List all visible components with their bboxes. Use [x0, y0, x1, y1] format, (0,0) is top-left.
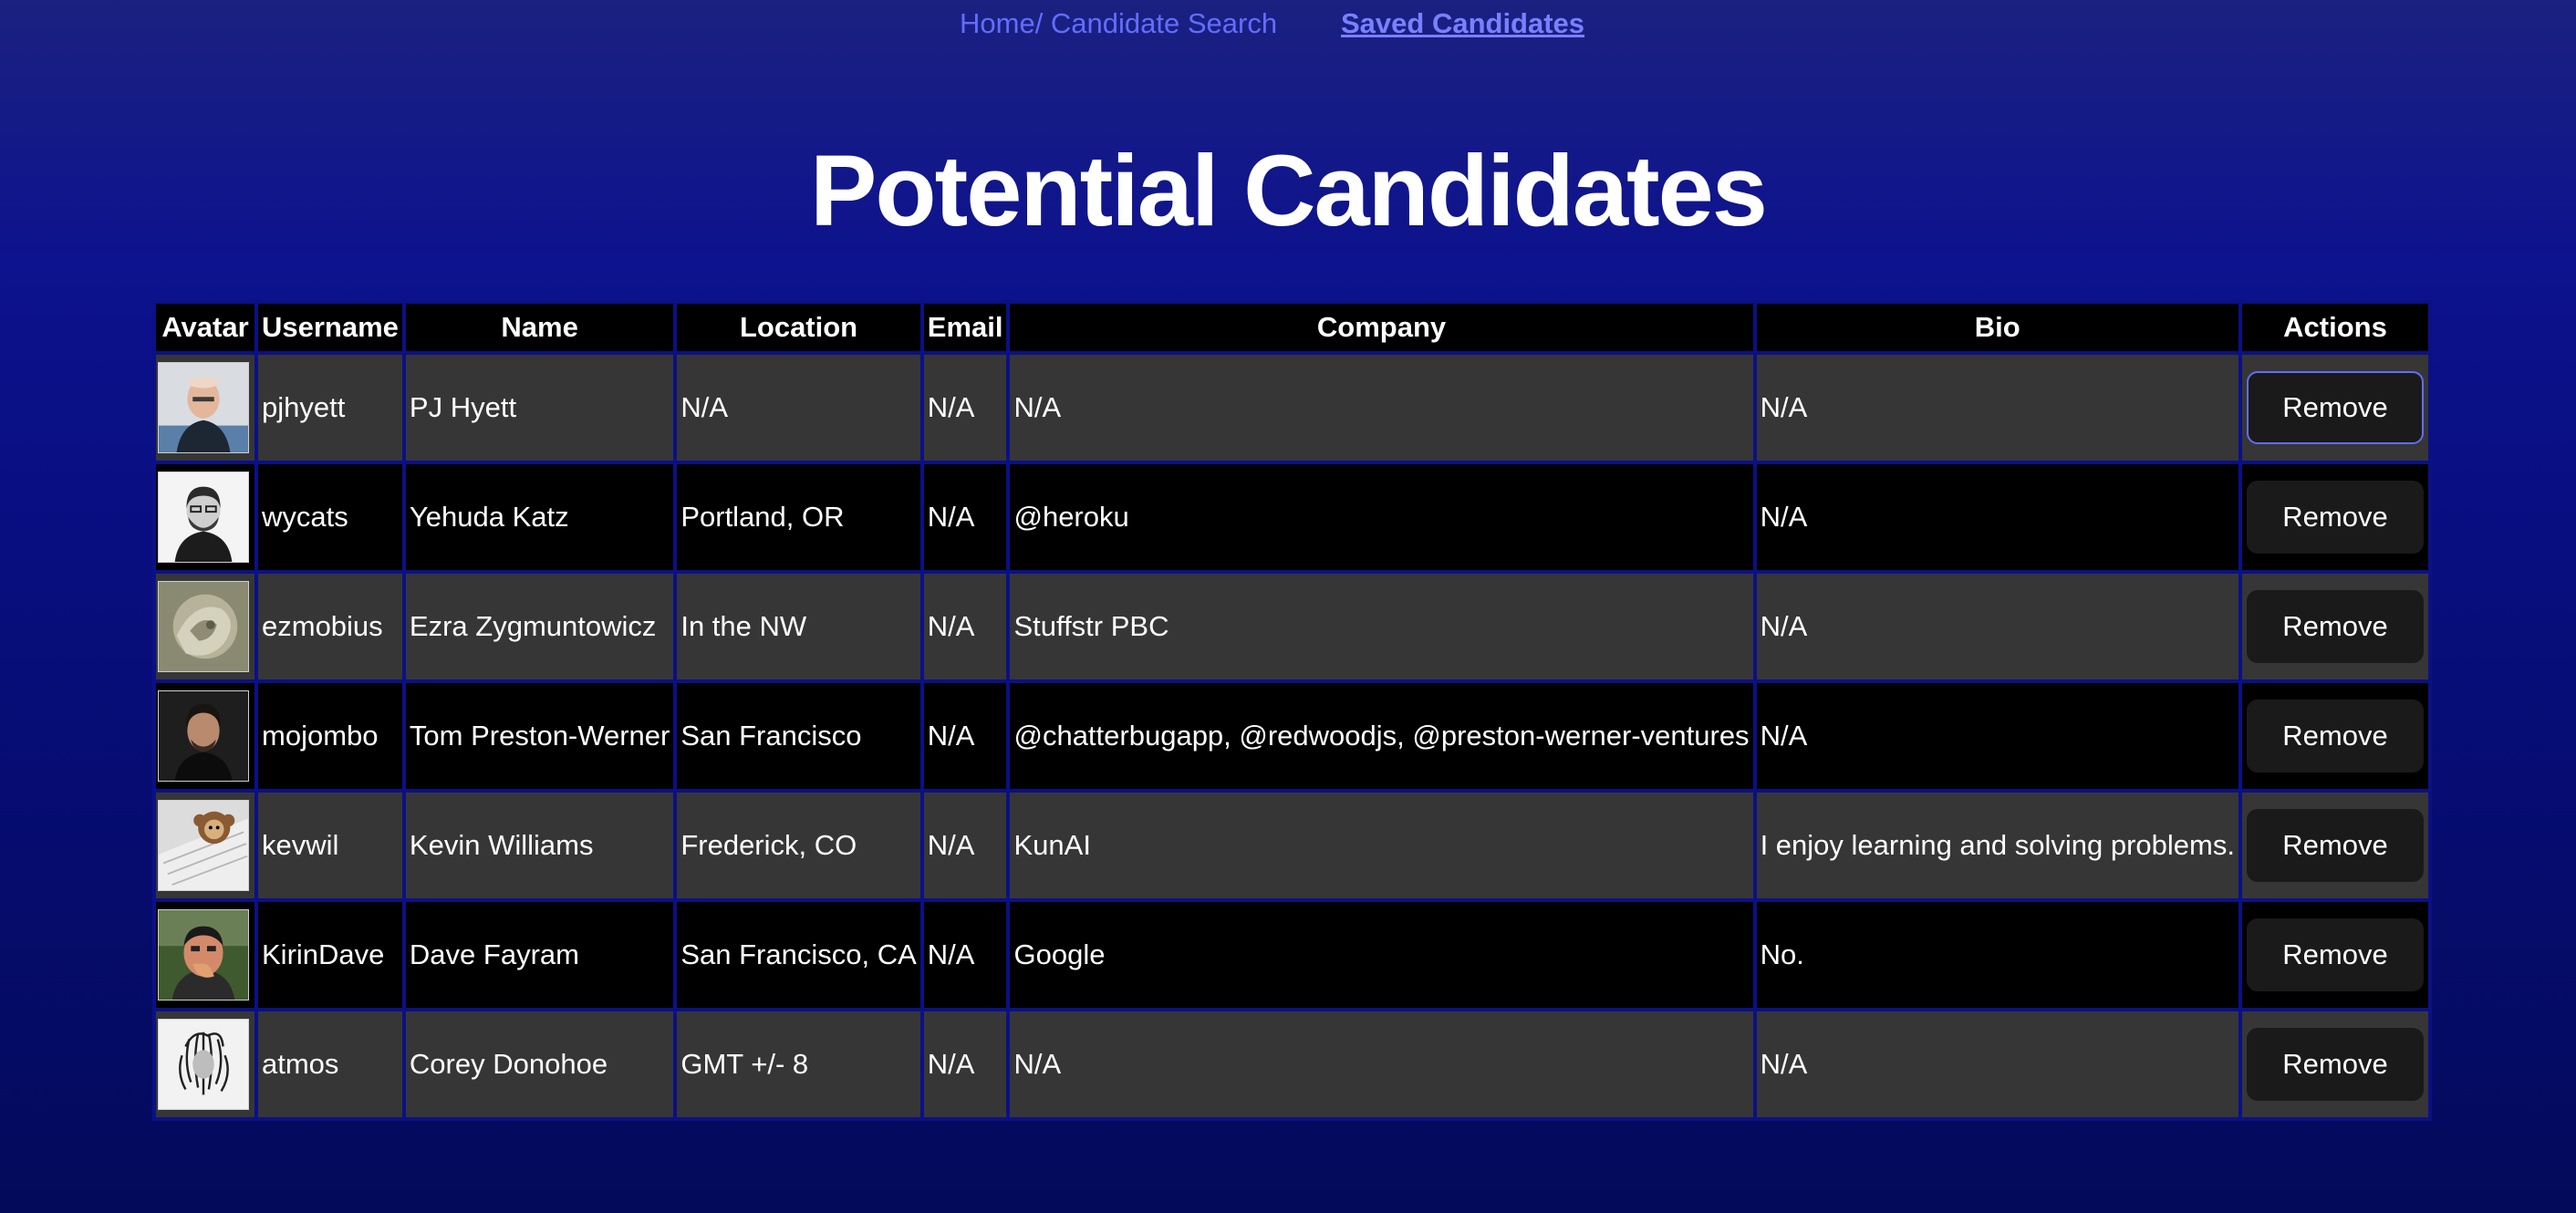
cell-location: GMT +/- 8 [677, 1011, 920, 1117]
table-row: wycats Yehuda Katz Portland, OR N/A @her… [156, 464, 2428, 570]
cell-email: N/A [923, 1011, 1007, 1117]
avatar-cell [156, 683, 254, 789]
actions-cell: Remove [2241, 1011, 2428, 1117]
cell-bio: No. [1756, 902, 2238, 1008]
cell-username: atmos [258, 1011, 402, 1117]
cell-bio: N/A [1756, 574, 2238, 679]
cell-location: San Francisco, CA [677, 902, 920, 1008]
header-name: Name [405, 304, 674, 351]
table-header-row: Avatar Username Name Location Email Comp… [156, 304, 2428, 351]
avatar [158, 581, 249, 672]
cell-name: Yehuda Katz [405, 464, 674, 570]
avatar-cell [156, 574, 254, 679]
actions-cell: Remove [2241, 793, 2428, 898]
cell-email: N/A [923, 793, 1007, 898]
cell-username: mojombo [258, 683, 402, 789]
cell-username: pjhyett [258, 355, 402, 461]
avatar [158, 1019, 249, 1110]
cell-location: N/A [677, 355, 920, 461]
cell-username: kevwil [258, 793, 402, 898]
header-actions: Actions [2241, 304, 2428, 351]
remove-button[interactable]: Remove [2246, 371, 2424, 444]
cell-company: Stuffstr PBC [1010, 574, 1753, 679]
cell-name: Ezra Zygmuntowicz [405, 574, 674, 679]
cell-bio: N/A [1756, 1011, 2238, 1117]
nav-link-home[interactable]: Home/ Candidate Search [960, 7, 1277, 40]
cell-username: wycats [258, 464, 402, 570]
cell-username: KirinDave [258, 902, 402, 1008]
cell-company: @heroku [1010, 464, 1753, 570]
table-row: ezmobius Ezra Zygmuntowicz In the NW N/A… [156, 574, 2428, 679]
avatar-cell [156, 793, 254, 898]
avatar-cell [156, 464, 254, 570]
cell-location: Frederick, CO [677, 793, 920, 898]
cell-company: N/A [1010, 1011, 1753, 1117]
cell-bio: N/A [1756, 355, 2238, 461]
table-row: kevwil Kevin Williams Frederick, CO N/A … [156, 793, 2428, 898]
cell-company: N/A [1010, 355, 1753, 461]
remove-button[interactable]: Remove [2246, 481, 2424, 554]
avatar [158, 690, 249, 782]
cell-name: Tom Preston-Werner [405, 683, 674, 789]
cell-name: Corey Donohoe [405, 1011, 674, 1117]
actions-cell: Remove [2241, 683, 2428, 789]
cell-name: Dave Fayram [405, 902, 674, 1008]
header-username: Username [258, 304, 402, 351]
avatar-cell [156, 1011, 254, 1117]
cell-username: ezmobius [258, 574, 402, 679]
actions-cell: Remove [2241, 355, 2428, 461]
actions-cell: Remove [2241, 464, 2428, 570]
remove-button[interactable]: Remove [2246, 1028, 2424, 1101]
cell-company: @chatterbugapp, @redwoodjs, @preston-wer… [1010, 683, 1753, 789]
cell-bio: N/A [1756, 683, 2238, 789]
header-avatar: Avatar [156, 304, 254, 351]
cell-name: Kevin Williams [405, 793, 674, 898]
avatar-cell [156, 902, 254, 1008]
remove-button[interactable]: Remove [2246, 700, 2424, 772]
nav-link-saved-candidates[interactable]: Saved Candidates [1341, 7, 1584, 40]
cell-email: N/A [923, 355, 1007, 461]
header-bio: Bio [1756, 304, 2238, 351]
table-row: mojombo Tom Preston-Werner San Francisco… [156, 683, 2428, 789]
actions-cell: Remove [2241, 574, 2428, 679]
remove-button[interactable]: Remove [2246, 590, 2424, 663]
cell-email: N/A [923, 464, 1007, 570]
header-location: Location [677, 304, 920, 351]
cell-location: San Francisco [677, 683, 920, 789]
cell-email: N/A [923, 902, 1007, 1008]
avatar-cell [156, 355, 254, 461]
table-row: pjhyett PJ Hyett N/A N/A N/A N/A Remove [156, 355, 2428, 461]
cell-bio: N/A [1756, 464, 2238, 570]
cell-email: N/A [923, 574, 1007, 679]
table-row: atmos Corey Donohoe GMT +/- 8 N/A N/A N/… [156, 1011, 2428, 1117]
actions-cell: Remove [2241, 902, 2428, 1008]
header-company: Company [1010, 304, 1753, 351]
remove-button[interactable]: Remove [2246, 809, 2424, 882]
cell-email: N/A [923, 683, 1007, 789]
avatar [158, 800, 249, 891]
cell-location: In the NW [677, 574, 920, 679]
cell-company: Google [1010, 902, 1753, 1008]
cell-bio: I enjoy learning and solving problems. [1756, 793, 2238, 898]
remove-button[interactable]: Remove [2246, 918, 2424, 991]
page-title: Potential Candidates [810, 135, 1768, 247]
avatar [158, 362, 249, 453]
avatar [158, 909, 249, 1000]
cell-company: KunAI [1010, 793, 1753, 898]
cell-location: Portland, OR [677, 464, 920, 570]
table-row: KirinDave Dave Fayram San Francisco, CA … [156, 902, 2428, 1008]
cell-name: PJ Hyett [405, 355, 674, 461]
header-email: Email [923, 304, 1007, 351]
avatar [158, 472, 249, 563]
candidates-table: Avatar Username Name Location Email Comp… [152, 300, 2432, 1121]
